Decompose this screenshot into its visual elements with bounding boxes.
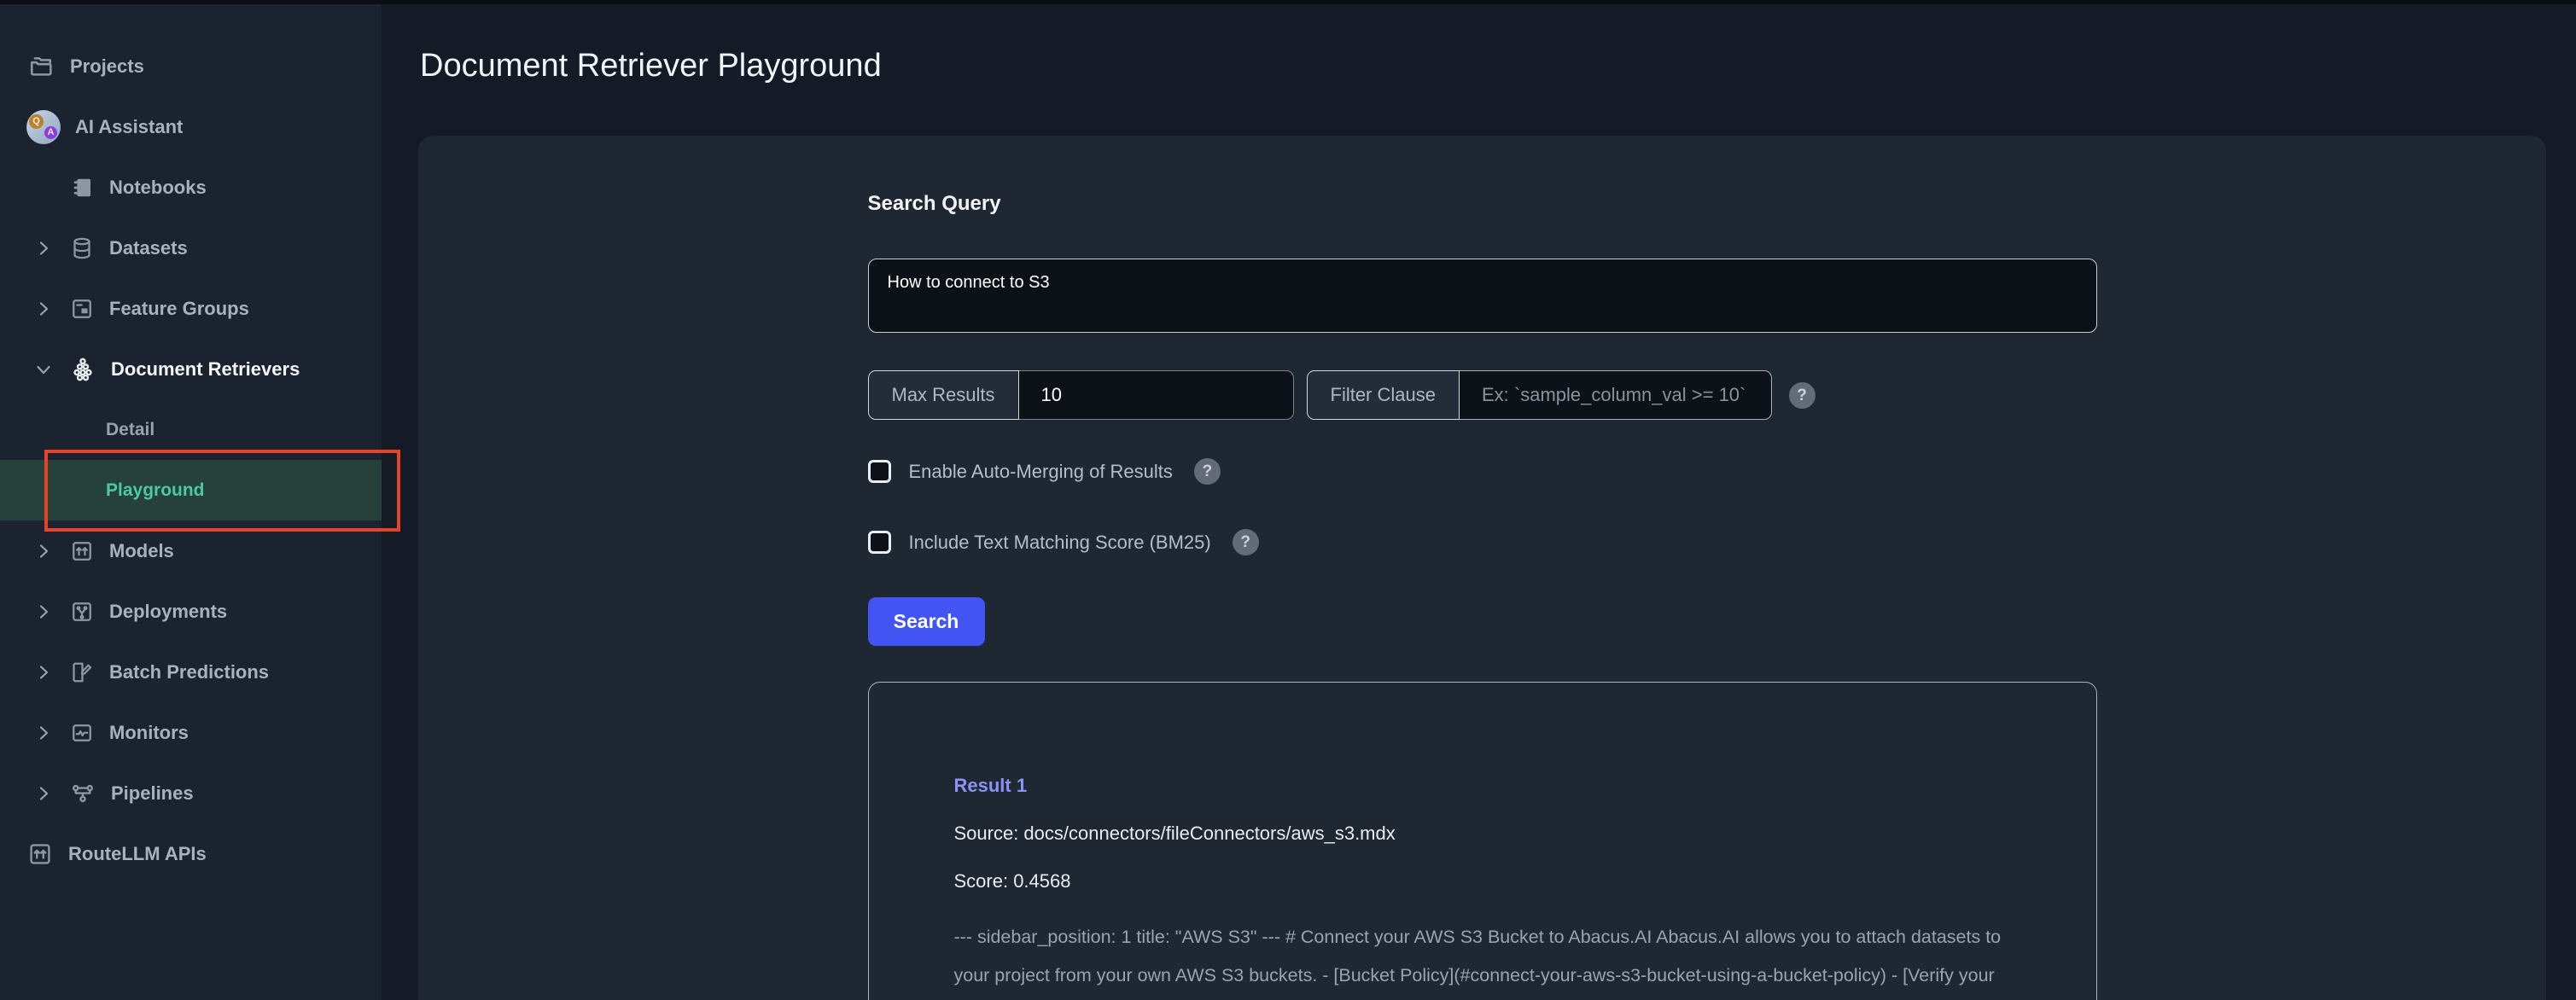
- top-edge-strip: [0, 0, 2576, 4]
- playground-panel: Search Query Max Results Filter Clause ?…: [418, 136, 2546, 1000]
- results-card: Result 1 Source: docs/connectors/fileCon…: [868, 682, 2097, 1000]
- deployments-icon: [69, 599, 95, 625]
- chevron-right-icon[interactable]: [32, 238, 55, 259]
- sidebar-item-label: Datasets: [109, 237, 188, 259]
- sidebar-item-monitors[interactable]: Monitors: [0, 702, 382, 763]
- auto-merge-help-icon[interactable]: ?: [1194, 458, 1221, 485]
- sidebar-item-notebooks[interactable]: Notebooks: [0, 157, 382, 218]
- sidebar-item-models[interactable]: Models: [0, 520, 382, 581]
- auto-merge-label: Enable Auto-Merging of Results: [909, 461, 1173, 483]
- sidebar-item-ai-assistant[interactable]: QA AI Assistant: [0, 96, 382, 157]
- ai-assistant-avatar-icon: QA: [26, 110, 61, 144]
- sidebar-item-label: Notebooks: [109, 177, 207, 199]
- filter-clause-help-icon[interactable]: ?: [1789, 382, 1815, 409]
- sidebar-item-label: Document Retrievers: [111, 358, 300, 381]
- sidebar: Projects QA AI Assistant Notebooks Datasets F…: [0, 0, 382, 1000]
- sidebar-item-label: Pipelines: [111, 782, 194, 805]
- sidebar-item-label: Detail: [106, 420, 154, 440]
- search-query-label: Search Query: [868, 192, 1001, 216]
- route-llm-icon: [26, 840, 54, 868]
- main-area: Document Retriever Playground Search Que…: [382, 0, 2576, 1000]
- sidebar-item-label: RouteLLM APIs: [68, 843, 207, 865]
- auto-merge-checkbox[interactable]: [868, 460, 891, 483]
- result-snippet-text: --- sidebar_position: 1 title: "AWS S3" …: [954, 927, 2002, 1000]
- projects-folder-icon: [26, 52, 55, 81]
- bm25-row: Include Text Matching Score (BM25) ?: [868, 528, 1259, 556]
- search-query-input[interactable]: [868, 259, 2097, 333]
- search-button[interactable]: Search: [868, 597, 985, 646]
- sidebar-item-playground[interactable]: Playground: [0, 460, 382, 520]
- chevron-right-icon[interactable]: [32, 723, 55, 743]
- batch-predictions-icon: [69, 660, 95, 685]
- result-snippet: --- sidebar_position: 1 title: "AWS S3" …: [954, 918, 2013, 1000]
- filter-clause-group: Filter Clause: [1307, 370, 1772, 420]
- filter-clause-input[interactable]: [1460, 370, 1772, 420]
- max-results-input[interactable]: [1019, 370, 1294, 420]
- chevron-right-icon[interactable]: [32, 783, 55, 804]
- sidebar-item-detail[interactable]: Detail: [0, 399, 382, 460]
- auto-merge-row: Enable Auto-Merging of Results ?: [868, 457, 1221, 485]
- max-results-group: Max Results: [868, 370, 1294, 420]
- pipelines-icon: [69, 780, 96, 807]
- sidebar-item-deployments[interactable]: Deployments: [0, 581, 382, 642]
- sidebar-item-label: AI Assistant: [75, 116, 183, 138]
- sidebar-item-label: Playground: [106, 480, 205, 501]
- sidebar-item-datasets[interactable]: Datasets: [0, 218, 382, 278]
- sidebar-item-routellm-apis[interactable]: RouteLLM APIs: [0, 823, 382, 884]
- chevron-right-icon[interactable]: [32, 299, 55, 319]
- result-score: Score: 0.4568: [954, 870, 2011, 892]
- playground-content: Search Query Max Results Filter Clause ?…: [868, 136, 2097, 1000]
- document-retriever-playground-page: Projects QA AI Assistant Notebooks Datasets F…: [0, 0, 2576, 1000]
- sidebar-item-feature-groups[interactable]: Feature Groups: [0, 278, 382, 339]
- monitors-icon: [69, 720, 95, 746]
- sidebar-item-batch-predictions[interactable]: Batch Predictions: [0, 642, 382, 702]
- sidebar-item-label: Projects: [70, 55, 144, 78]
- result-title: Result 1: [954, 775, 2011, 797]
- sidebar-item-document-retrievers[interactable]: Document Retrievers: [0, 339, 382, 399]
- bm25-label: Include Text Matching Score (BM25): [909, 532, 1211, 554]
- bm25-checkbox[interactable]: [868, 531, 891, 554]
- filter-clause-label: Filter Clause: [1307, 370, 1460, 420]
- notebook-icon: [69, 175, 95, 201]
- database-icon: [69, 235, 95, 261]
- sidebar-item-projects[interactable]: Projects: [0, 36, 382, 96]
- chevron-right-icon[interactable]: [32, 541, 55, 561]
- sidebar-item-label: Batch Predictions: [109, 661, 269, 683]
- document-retrievers-icon: [69, 356, 96, 383]
- chevron-right-icon[interactable]: [32, 602, 55, 622]
- bm25-help-icon[interactable]: ?: [1233, 529, 1259, 555]
- sidebar-item-label: Deployments: [109, 601, 227, 623]
- page-title: Document Retriever Playground: [420, 48, 882, 84]
- chevron-right-icon[interactable]: [32, 662, 55, 683]
- sidebar-item-label: Feature Groups: [109, 298, 249, 320]
- result-source: Source: docs/connectors/fileConnectors/a…: [954, 823, 2011, 845]
- chevron-down-icon[interactable]: [32, 359, 55, 380]
- models-icon: [69, 538, 95, 564]
- sidebar-item-label: Monitors: [109, 722, 189, 744]
- sidebar-item-label: Models: [109, 540, 174, 562]
- max-results-label: Max Results: [868, 370, 1019, 420]
- sidebar-item-pipelines[interactable]: Pipelines: [0, 763, 382, 823]
- feature-groups-icon: [69, 296, 95, 322]
